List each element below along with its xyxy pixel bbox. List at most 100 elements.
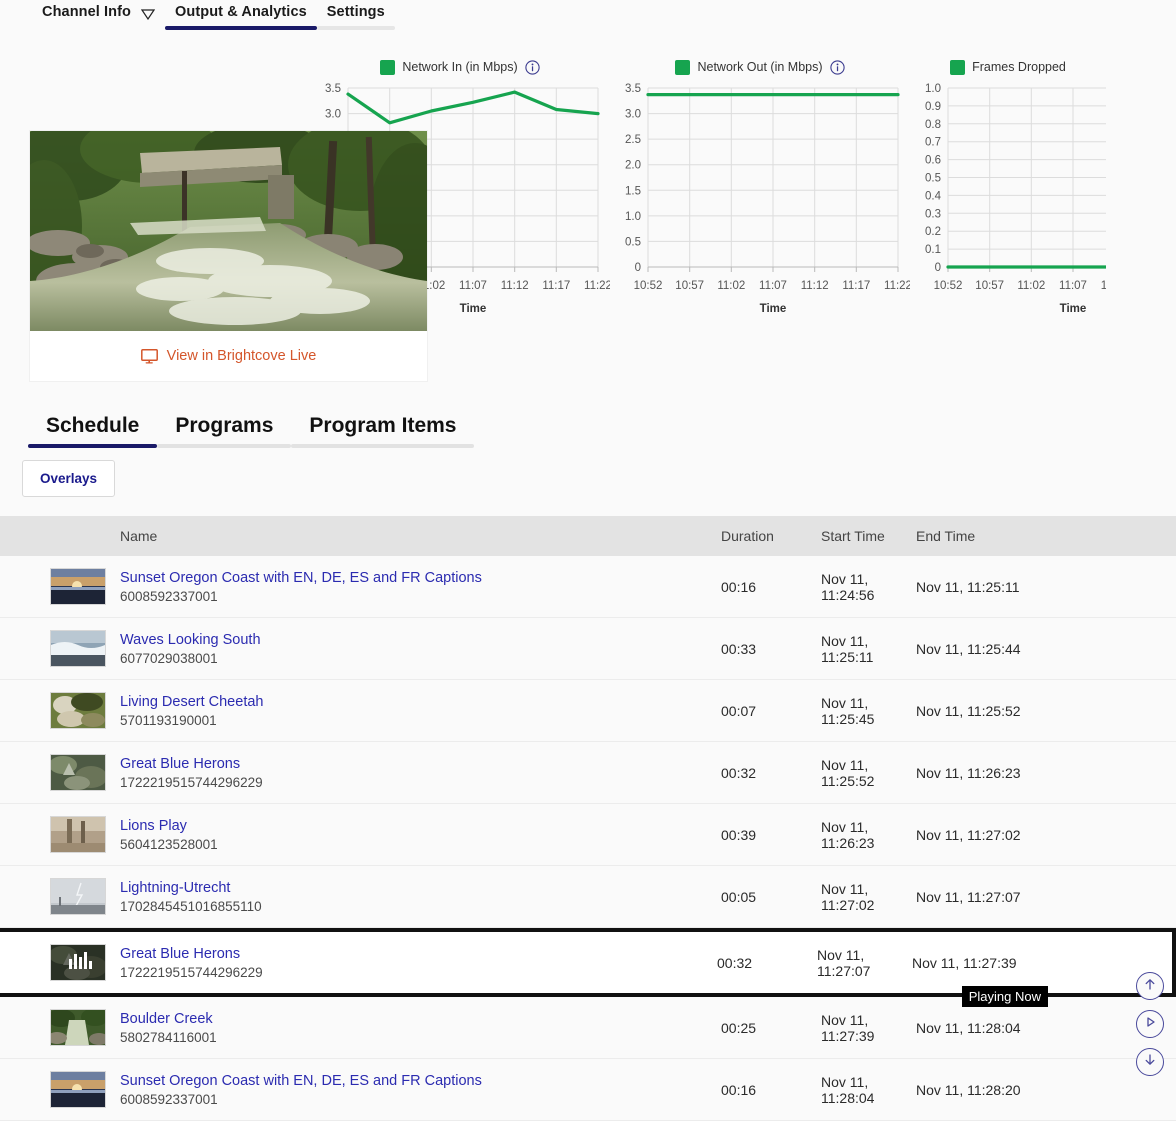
video-title-link[interactable]: Lions Play — [120, 818, 721, 834]
arrow-up-icon — [1143, 977, 1157, 996]
svg-text:0.5: 0.5 — [925, 173, 941, 185]
monitor-icon — [141, 349, 158, 364]
move-down-button[interactable] — [1136, 1048, 1164, 1076]
video-thumbnail[interactable] — [50, 1071, 106, 1108]
chevron-down-icon[interactable] — [141, 9, 155, 18]
info-icon[interactable] — [830, 60, 845, 75]
row-duration: 00:39 — [721, 827, 821, 843]
row-start-time: Nov 11, 11:27:39 — [821, 1012, 916, 1044]
table-row-playing[interactable]: Great Blue Herons172221951574429622900:3… — [0, 928, 1176, 997]
column-header-start-time[interactable]: Start Time — [821, 528, 916, 544]
section-tab-label: Schedule — [46, 414, 139, 437]
table-row[interactable]: Living Desert Cheetah570119319000100:07N… — [0, 680, 1176, 742]
top-tab-underline — [317, 26, 395, 30]
svg-text:2.5: 2.5 — [625, 134, 641, 146]
row-end-time: Nov 11, 11:26:23 — [916, 765, 1176, 781]
table-row[interactable]: Sunset Oregon Coast with EN, DE, ES and … — [0, 556, 1176, 618]
legend-color-swatch — [380, 60, 395, 75]
table-row[interactable]: Sunset Oregon Coast with EN, DE, ES and … — [0, 1059, 1176, 1121]
video-thumbnail[interactable] — [50, 568, 106, 605]
top-tab-output-analytics[interactable]: Output & Analytics — [165, 0, 317, 30]
play-button[interactable] — [1136, 1010, 1164, 1038]
video-title-link[interactable]: Lightning-Utrecht — [120, 880, 721, 896]
svg-text:11:07: 11:07 — [459, 280, 487, 292]
video-thumbnail[interactable] — [50, 944, 106, 981]
svg-text:11:02: 11:02 — [717, 280, 745, 292]
playing-now-badge: Playing Now — [962, 986, 1048, 1007]
top-tab-channel-info[interactable]: Channel Info — [32, 0, 165, 30]
schedule-table: Name Duration Start Time End Time Sunset… — [0, 516, 1176, 1121]
view-in-brightcove-live-link[interactable]: View in Brightcove Live — [30, 331, 427, 381]
floating-action-buttons — [1136, 972, 1164, 1076]
row-name-cell: Lions Play 5604123528001 — [120, 818, 721, 852]
top-tab-settings[interactable]: Settings — [317, 0, 395, 30]
row-start-time: Nov 11, 11:25:11 — [821, 633, 916, 665]
overlays-button[interactable]: Overlays — [22, 460, 115, 497]
video-id: 1722219515744296229 — [120, 775, 721, 790]
legend-color-swatch — [950, 60, 965, 75]
row-duration: 00:32 — [721, 765, 821, 781]
video-title-link[interactable]: Great Blue Herons — [120, 756, 721, 772]
video-title-link[interactable]: Sunset Oregon Coast with EN, DE, ES and … — [120, 570, 721, 586]
section-tab-schedule[interactable]: Schedule — [28, 414, 157, 448]
top-tab-label: Channel Info — [42, 4, 131, 20]
row-end-time: Nov 11, 11:28:20 — [916, 1082, 1176, 1098]
row-end-time: Nov 11, 11:25:44 — [916, 641, 1176, 657]
table-row[interactable]: Lightning-Utrecht170284545101685511000:0… — [0, 866, 1176, 928]
svg-text:0.2: 0.2 — [925, 226, 941, 238]
video-title-link[interactable]: Boulder Creek — [120, 1011, 721, 1027]
svg-text:1.5: 1.5 — [625, 185, 641, 197]
table-row[interactable]: Great Blue Herons 172221951574429622900:3… — [0, 742, 1176, 804]
row-duration: 00:33 — [721, 641, 821, 657]
row-start-time: Nov 11, 11:25:52 — [821, 757, 916, 789]
play-icon — [1143, 1015, 1157, 1034]
table-row[interactable]: Lions Play560412352800100:39Nov 11, 11:2… — [0, 804, 1176, 866]
video-title-link[interactable]: Living Desert Cheetah — [120, 694, 721, 710]
table-row[interactable]: Waves Looking South607702903800100:33Nov… — [0, 618, 1176, 680]
svg-text:0.4: 0.4 — [925, 190, 942, 202]
video-title-link[interactable]: Waves Looking South — [120, 632, 721, 648]
video-thumbnail[interactable] — [50, 630, 106, 667]
table-body: Sunset Oregon Coast with EN, DE, ES and … — [0, 556, 1176, 1121]
legend-label: Frames Dropped — [972, 60, 1066, 74]
video-thumbnail[interactable] — [50, 754, 106, 791]
svg-text:10:52: 10:52 — [634, 280, 663, 292]
charts-row: Network In (in Mbps)00.51.01.52.02.53.03… — [310, 46, 1176, 325]
row-end-time: Nov 11, 11:25:52 — [916, 703, 1176, 719]
svg-text:10:52: 10:52 — [934, 280, 963, 292]
chart-legend: Frames Dropped — [910, 46, 1106, 80]
video-thumbnail[interactable] — [50, 816, 106, 853]
video-title-link[interactable]: Great Blue Herons — [120, 946, 717, 962]
row-start-time: Nov 11, 11:27:07 — [817, 947, 912, 979]
svg-text:11:22: 11:22 — [884, 280, 910, 292]
section-tab-program-items[interactable]: Program Items — [291, 414, 474, 448]
row-name-cell: Living Desert Cheetah5701193190001 — [120, 694, 721, 728]
svg-text:11:07: 11:07 — [1059, 280, 1087, 292]
svg-text:Time: Time — [1060, 303, 1087, 315]
move-up-button[interactable] — [1136, 972, 1164, 1000]
row-duration: 00:25 — [721, 1020, 821, 1036]
svg-text:Time: Time — [460, 303, 487, 315]
chart-frames-dropped: Frames Dropped00.10.20.30.40.50.60.70.80… — [910, 46, 1106, 325]
svg-text:11:22: 11:22 — [584, 280, 610, 292]
preview-thumbnail[interactable] — [30, 131, 427, 331]
chart-plot-area: 00.51.01.52.02.53.03.510:5210:5711:0211:… — [610, 80, 910, 325]
section-tab-programs[interactable]: Programs — [157, 414, 291, 448]
column-header-duration[interactable]: Duration — [721, 528, 821, 544]
video-thumbnail[interactable] — [50, 878, 106, 915]
section-tab-label: Programs — [175, 414, 273, 437]
row-name-cell: Boulder Creek5802784116001 — [120, 1011, 721, 1045]
section-tab-underline — [157, 444, 291, 448]
video-id: 5604123528001 — [120, 837, 721, 852]
legend-label: Network Out (in Mbps) — [697, 60, 822, 74]
svg-text:3.0: 3.0 — [325, 109, 341, 121]
info-icon[interactable] — [525, 60, 540, 75]
column-header-end-time[interactable]: End Time — [916, 528, 1176, 544]
video-thumbnail[interactable] — [50, 692, 106, 729]
overlays-row: Overlays — [0, 460, 1176, 497]
video-thumbnail[interactable] — [50, 1009, 106, 1046]
column-header-name[interactable]: Name — [120, 528, 721, 544]
video-title-link[interactable]: Sunset Oregon Coast with EN, DE, ES and … — [120, 1073, 721, 1089]
row-start-time: Nov 11, 11:24:56 — [821, 571, 916, 603]
svg-text:0.7: 0.7 — [925, 137, 941, 149]
